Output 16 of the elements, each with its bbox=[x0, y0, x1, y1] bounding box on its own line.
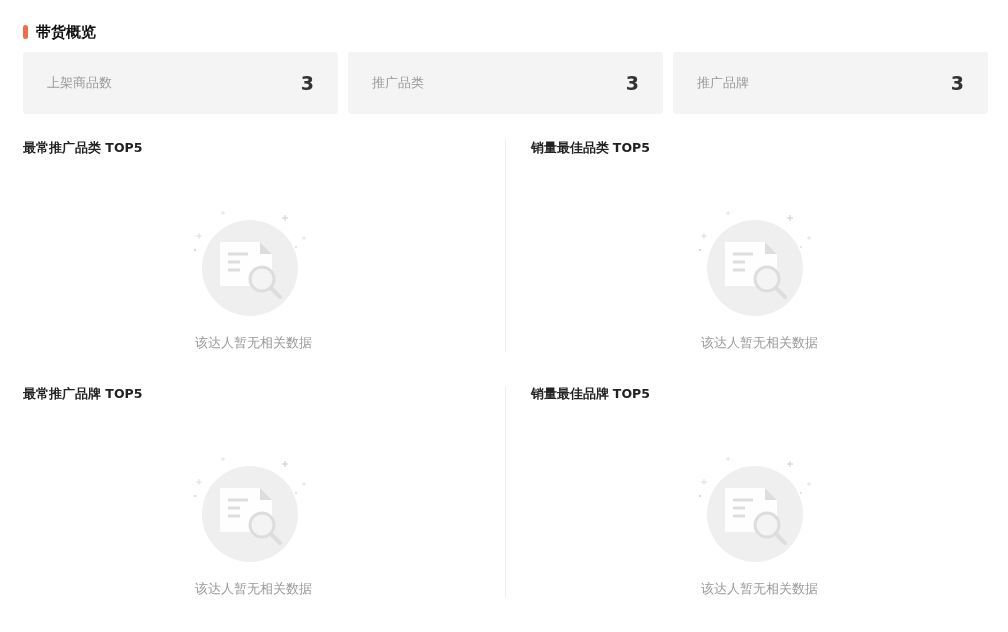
stat-label: 推广品牌 bbox=[697, 74, 749, 92]
stat-value: 3 bbox=[625, 72, 639, 94]
empty-message: 该达人暂无相关数据 bbox=[195, 334, 313, 352]
stat-label: 上架商品数 bbox=[47, 74, 112, 92]
panel-title: 销量最佳品类 TOP5 bbox=[530, 140, 651, 157]
empty-message: 该达人暂无相关数据 bbox=[195, 580, 313, 598]
section-marker bbox=[23, 25, 28, 39]
stat-value: 3 bbox=[300, 72, 314, 94]
stat-value: 3 bbox=[950, 72, 964, 94]
stat-label: 推广品类 bbox=[372, 74, 424, 92]
panel-title: 最常推广品类 TOP5 bbox=[23, 140, 144, 157]
section-title: 带货概览 bbox=[36, 22, 96, 42]
empty-message: 该达人暂无相关数据 bbox=[700, 334, 818, 352]
panel-title: 最常推广品牌 TOP5 bbox=[23, 386, 144, 403]
panel-title: 销量最佳品牌 TOP5 bbox=[530, 386, 651, 403]
empty-message: 该达人暂无相关数据 bbox=[700, 580, 818, 598]
